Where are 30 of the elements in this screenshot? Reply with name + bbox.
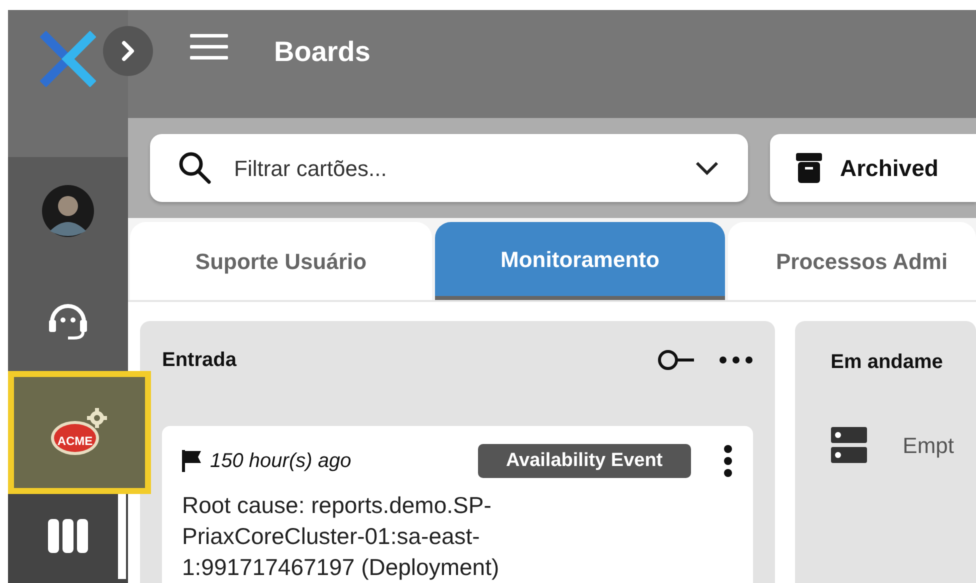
more-icon[interactable] [718,356,753,364]
search-bar[interactable]: Filtrar cartões... [150,134,748,202]
avatar-icon [42,184,94,236]
archive-icon [796,153,822,183]
tab[interactable]: Suporte Usuário [130,222,432,300]
menu-icon[interactable] [190,34,228,60]
chevron-right-icon [120,40,136,62]
sidebar-item[interactable]: ACME [8,371,151,494]
key-icon[interactable] [656,348,695,370]
card-text: Root cause: reports.demo.SP-PriaxCoreCluster-01:sa-east-1:991717467197 (Deployment) [182,491,500,582]
tab[interactable]: Monitoramento [435,222,725,300]
sidebar-item[interactable] [8,494,128,583]
empty-label: Empt [902,432,954,460]
kebab-menu-icon[interactable] [722,445,733,477]
chevron-down-icon [694,160,720,176]
card-time: 150 hour(s) ago [210,449,352,474]
card-tag: Availability Event [478,444,691,478]
search-icon [178,151,212,185]
column-title: Entrada [162,348,236,372]
flag-icon [182,450,202,472]
tab[interactable]: Processos Admi [728,222,976,300]
server-icon [830,427,867,463]
columns-icon [48,519,88,553]
page-title: Boards [274,35,370,69]
archived-button[interactable]: Archived [770,134,976,202]
filter-field[interactable]: Filtrar cartões... [232,150,674,186]
scrollbar[interactable] [118,494,126,579]
logo-icon [40,30,96,86]
card[interactable]: 150 hour(s) ago Availability Event Root cause: reports.demo.SP-PriaxCoreCluster-01:sa-east-1:991717467197 (Deployment) [162,426,753,583]
column-title: Em andame [830,350,943,375]
